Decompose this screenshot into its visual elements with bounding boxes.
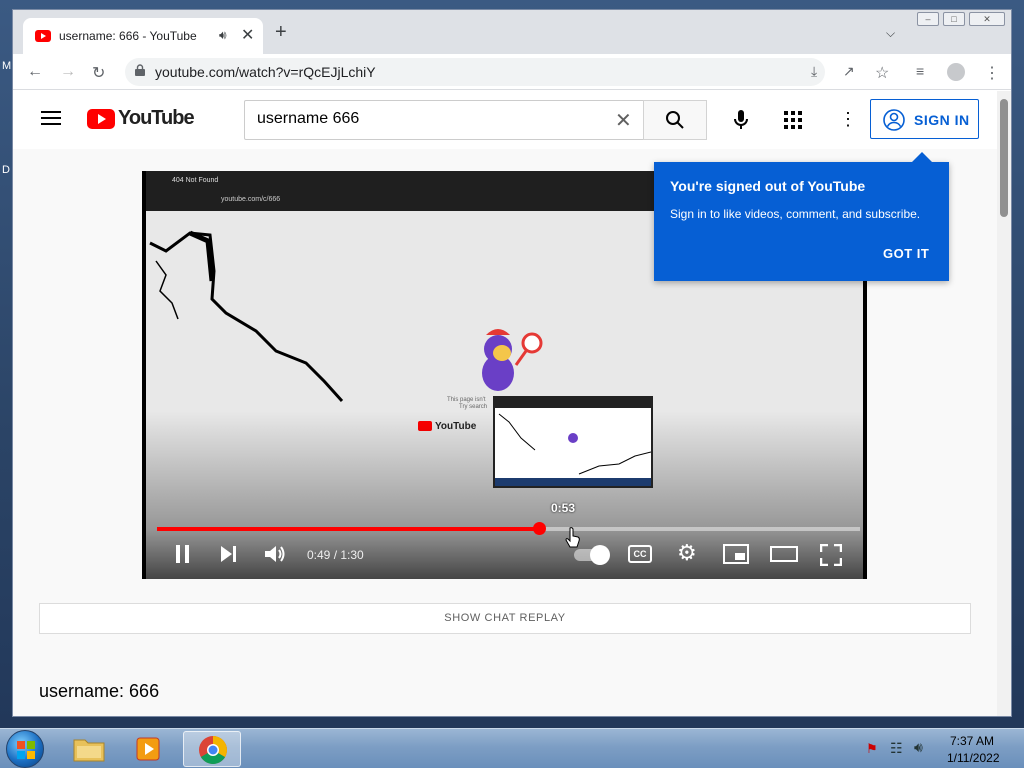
progress-bar[interactable] <box>157 522 860 535</box>
clock-date[interactable]: 1/11/2022 <box>947 751 1000 765</box>
close-tab-icon[interactable]: ✕ <box>241 25 254 45</box>
voice-search-button[interactable] <box>721 100 761 140</box>
progress-played <box>157 527 540 531</box>
volume-tray-icon[interactable]: 🔊︎ <box>914 739 923 756</box>
close-window-button[interactable]: ✕ <box>969 12 1005 26</box>
youtube-logo-text[interactable]: YouTube <box>118 107 195 130</box>
network-warning-icon[interactable]: ⚑ <box>866 741 878 757</box>
windows-logo-icon <box>17 741 35 759</box>
url-text: youtube.com/watch?v=rQcEJjLchiY <box>155 64 376 80</box>
speaker-icon[interactable]: 🔊︎ <box>219 28 227 43</box>
signed-out-popup: You're signed out of YouTube Sign in to … <box>654 152 949 281</box>
browser-window: username: 666 - YouTube 🔊︎ ✕ + ⌵ – □ ✕ ←… <box>12 9 1012 717</box>
volume-icon[interactable] <box>263 544 287 564</box>
settings-gear-icon[interactable]: ⚙ <box>677 542 697 564</box>
preview-crack-graphic <box>498 413 651 475</box>
youtube-logo-icon[interactable] <box>87 109 115 129</box>
profile-avatar-icon[interactable] <box>947 63 965 81</box>
media-player-icon <box>136 737 160 761</box>
show-chat-replay-button[interactable]: SHOW CHAT REPLAY <box>39 603 971 634</box>
video-content-message: This page isn't <box>447 397 486 403</box>
new-tab-button[interactable]: + <box>275 22 287 42</box>
hand-cursor-icon <box>565 527 580 548</box>
account-icon <box>883 109 905 131</box>
search-input[interactable]: username 666 ✕ <box>244 100 644 140</box>
seek-preview-thumbnail <box>493 396 653 488</box>
popup-text: Sign in to like videos, comment, and sub… <box>670 207 921 221</box>
miniplayer-icon[interactable] <box>723 544 749 564</box>
search-icon <box>666 111 684 129</box>
taskbar-chrome[interactable] <box>183 731 241 767</box>
folder-icon <box>73 739 105 762</box>
bookmark-star-icon[interactable]: ☆ <box>875 63 889 83</box>
seek-preview-time: 0:53 <box>551 501 576 515</box>
pause-icon[interactable] <box>174 544 192 564</box>
popup-title: You're signed out of YouTube <box>670 178 866 194</box>
tab-title: username: 666 - YouTube <box>59 29 197 43</box>
apps-grid-icon[interactable] <box>783 110 803 130</box>
start-button[interactable] <box>6 730 44 768</box>
youtube-favicon-icon <box>35 30 51 42</box>
scrollbar-thumb[interactable] <box>1000 99 1008 217</box>
taskbar-explorer[interactable] <box>60 731 118 767</box>
video-content-url: youtube.com/c/666 <box>221 196 281 203</box>
chrome-icon <box>199 736 227 764</box>
install-icon[interactable]: ⤓ <box>811 63 817 80</box>
time-display: 0:49 / 1:30 <box>307 548 364 562</box>
microphone-icon <box>734 110 748 129</box>
sign-in-button[interactable]: SIGN IN <box>870 99 979 139</box>
page-scrollbar[interactable] <box>997 91 1011 716</box>
monkey-mascot-icon <box>482 329 543 391</box>
desktop-icon-label[interactable]: D <box>2 164 10 176</box>
reading-list-icon[interactable]: ≡ <box>916 63 924 79</box>
search-query: username 666 <box>257 110 360 127</box>
youtube-header: YouTube username 666 ✕ ⋮ SIGN IN <box>13 91 997 149</box>
theater-mode-icon[interactable] <box>770 544 798 564</box>
maximize-button[interactable]: □ <box>943 12 965 26</box>
video-title: username: 666 <box>39 681 160 701</box>
settings-more-icon[interactable]: ⋮ <box>839 109 857 129</box>
search-button[interactable] <box>643 100 707 140</box>
taskbar: ⚑ ☷ 🔊︎ 7:37 AM 1/11/2022 <box>0 728 1024 768</box>
browser-toolbar: ← → ↻ youtube.com/watch?v=rQcEJjLchiY ⤓ … <box>13 54 1011 90</box>
back-arrow-icon[interactable]: ← <box>27 63 43 81</box>
clear-search-icon[interactable]: ✕ <box>615 108 632 133</box>
network-icon[interactable]: ☷ <box>890 740 903 757</box>
desktop-icon-label[interactable]: M <box>2 60 11 72</box>
browser-menu-icon[interactable]: ⋮ <box>984 63 1000 83</box>
got-it-button[interactable]: GOT IT <box>883 246 929 261</box>
share-icon[interactable]: ↗ <box>843 63 855 80</box>
tab-strip: username: 666 - YouTube 🔊︎ ✕ + ⌵ – □ ✕ <box>13 10 1011 54</box>
lock-icon[interactable] <box>135 64 145 76</box>
reload-icon[interactable]: ↻ <box>92 63 105 83</box>
youtube-page: YouTube username 666 ✕ ⋮ SIGN IN 404 Not… <box>13 91 997 716</box>
browser-tab[interactable]: username: 666 - YouTube 🔊︎ ✕ <box>23 18 263 54</box>
forward-arrow-icon[interactable]: → <box>60 63 76 81</box>
taskbar-media-player[interactable] <box>121 731 179 767</box>
tab-search-chevron-icon[interactable]: ⌵ <box>886 26 895 41</box>
subtitles-cc-icon[interactable]: CC <box>628 545 652 563</box>
clock-time[interactable]: 7:37 AM <box>950 734 994 748</box>
autoplay-play-icon <box>590 545 610 565</box>
sign-in-label: SIGN IN <box>914 112 970 128</box>
minimize-button[interactable]: – <box>917 12 939 26</box>
autoplay-toggle[interactable] <box>574 545 610 565</box>
video-content-search-hint: Try search <box>459 404 488 410</box>
hamburger-menu-icon[interactable] <box>41 111 61 125</box>
fullscreen-icon[interactable] <box>820 544 842 566</box>
video-content-tab-title: 404 Not Found <box>172 177 219 184</box>
address-bar[interactable]: youtube.com/watch?v=rQcEJjLchiY <box>125 58 825 86</box>
next-icon[interactable] <box>219 544 237 564</box>
